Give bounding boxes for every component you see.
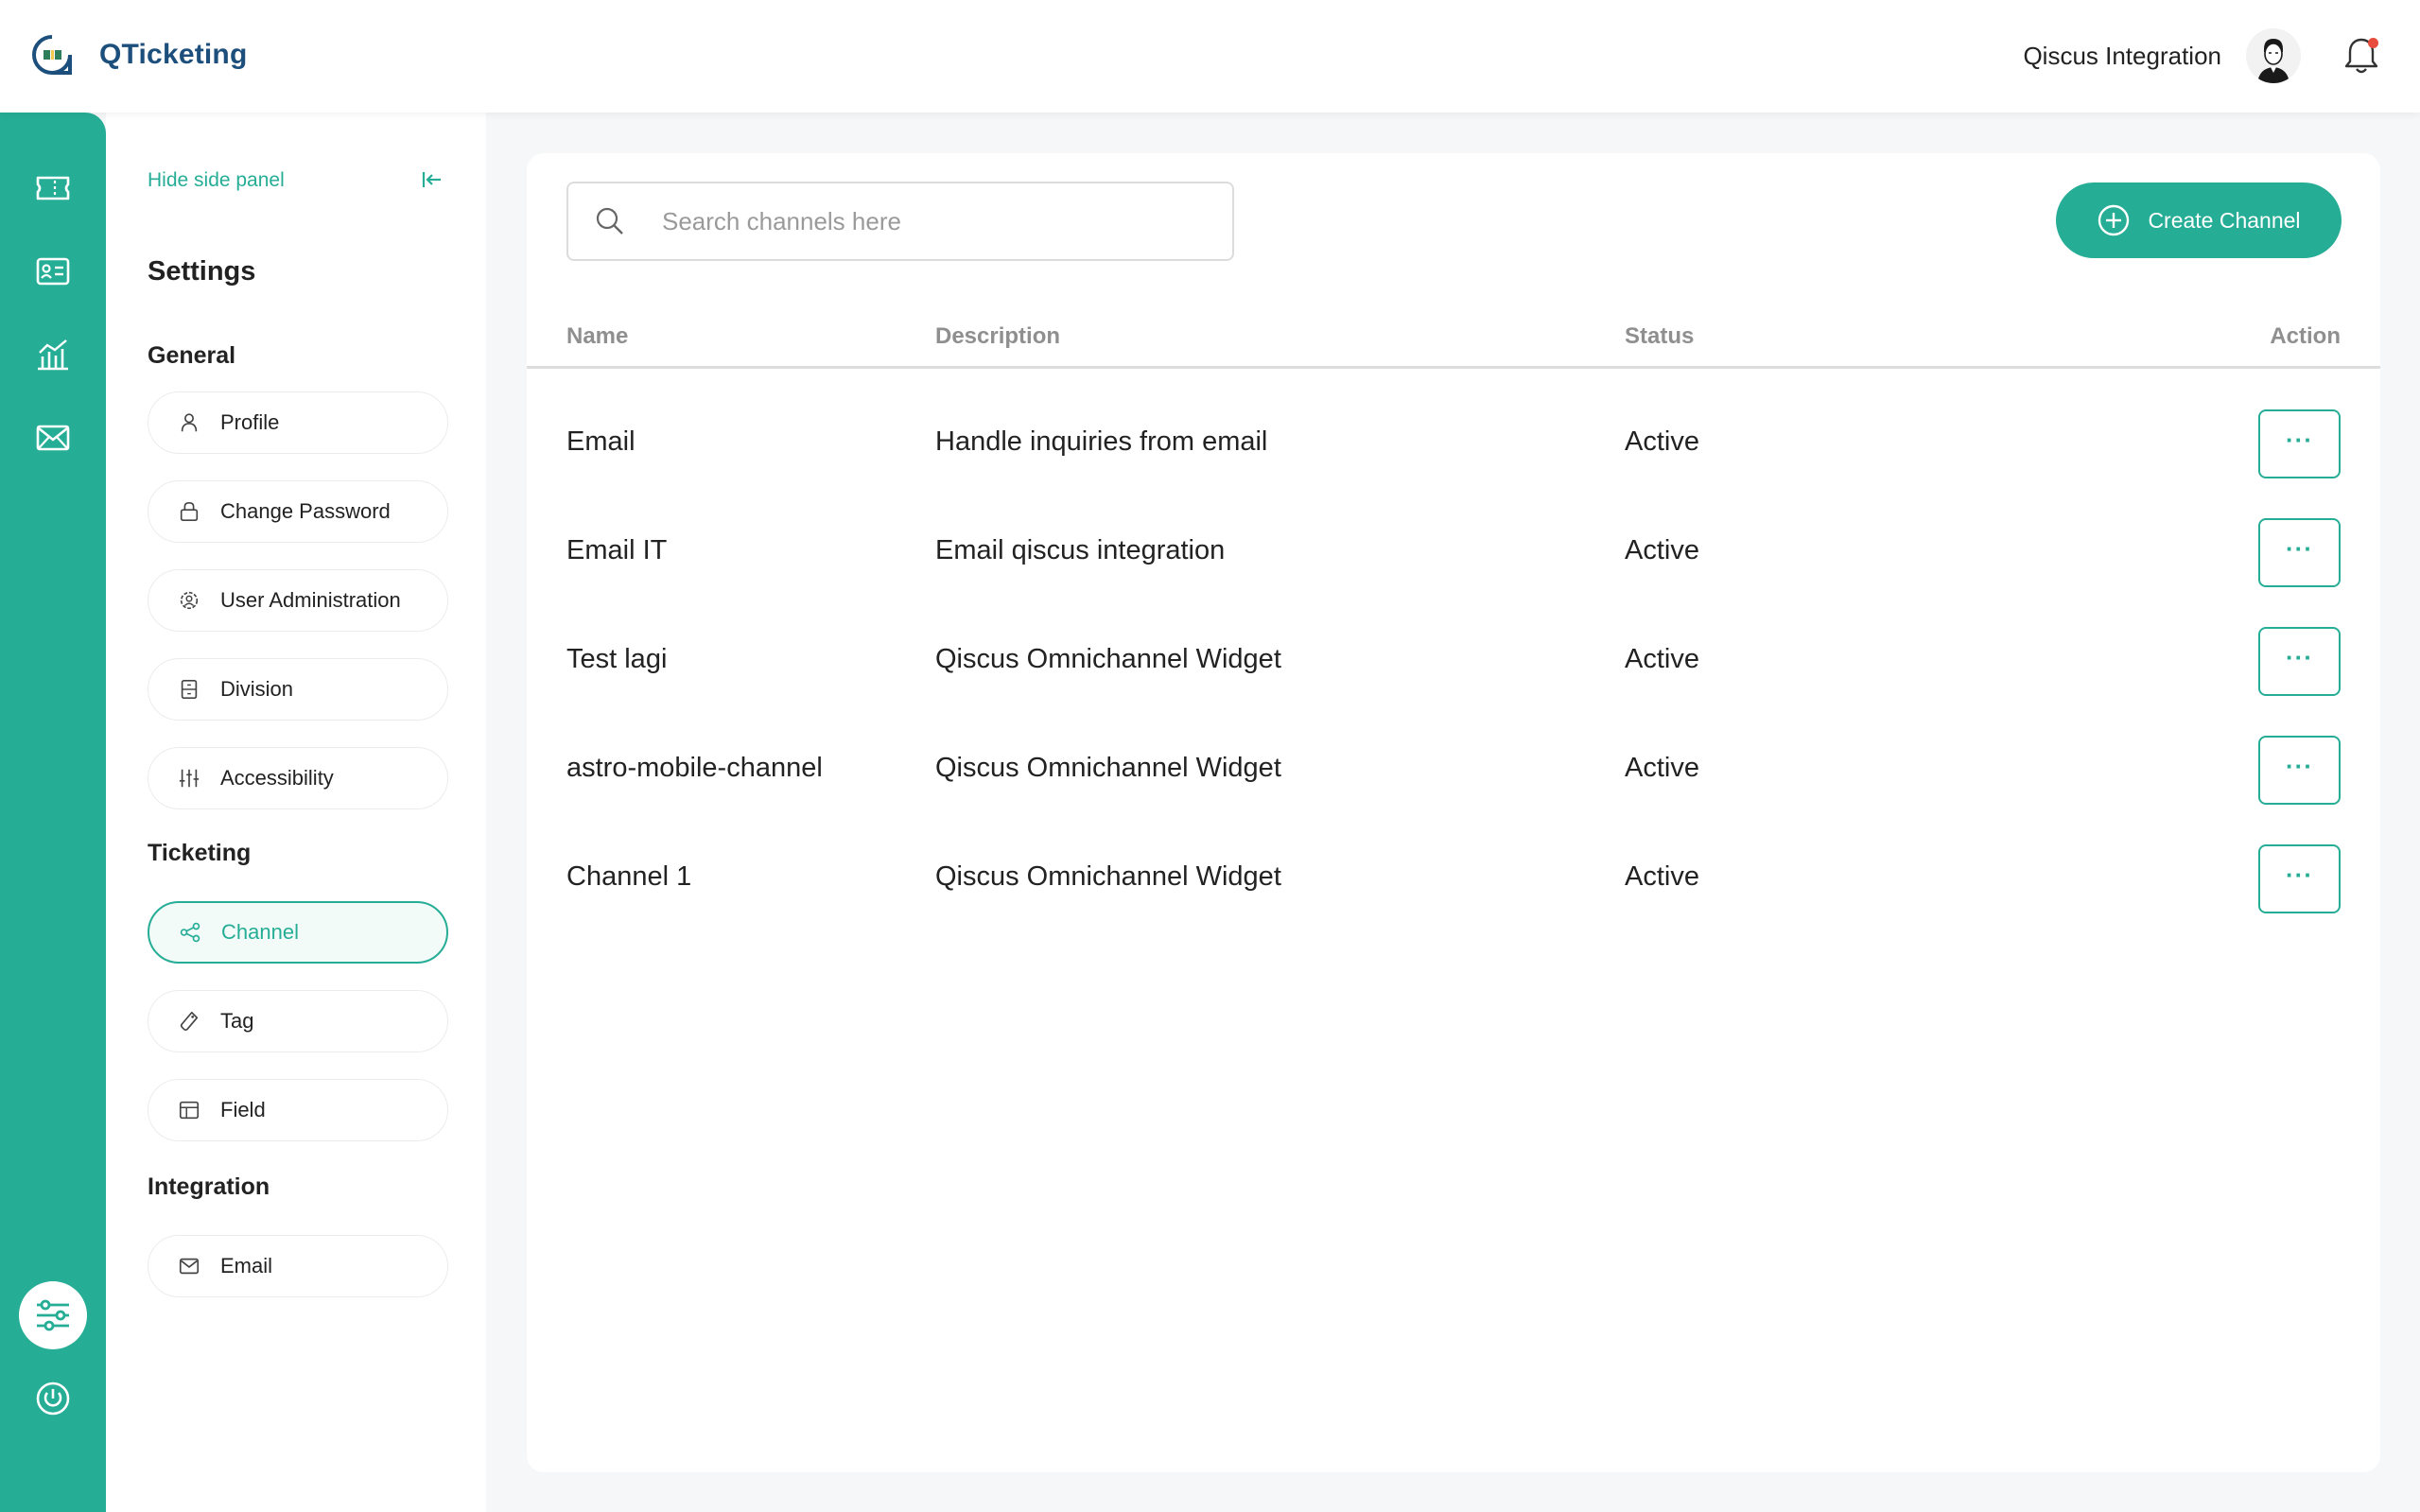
row-action-button[interactable]: ··· (2258, 409, 2341, 478)
hide-side-panel-link[interactable]: Hide side panel (148, 169, 285, 192)
table-row: Email Handle inquiries from email Active… (527, 389, 2380, 497)
column-header-action: Action (2270, 323, 2341, 349)
channel-name: Email IT (566, 535, 668, 565)
user-area: Qiscus Integration (2023, 28, 2382, 83)
table-row: Test lagi Qiscus Omnichannel Widget Acti… (527, 606, 2380, 715)
app-name: QTicketing (99, 39, 248, 70)
menu-item-label: Change Password (220, 499, 391, 523)
more-options-icon: ··· (2286, 860, 2313, 889)
column-header-status[interactable]: Status (1625, 323, 1694, 350)
menu-item-change-password[interactable]: Change Password (148, 480, 448, 543)
rail-contacts[interactable] (26, 245, 79, 298)
search-box[interactable] (566, 182, 1234, 261)
channel-name: Email (566, 426, 635, 457)
menu-item-user-administration[interactable]: User Administration (148, 569, 448, 632)
ticket-icon (36, 176, 70, 200)
row-action-button[interactable]: ··· (2258, 627, 2341, 696)
more-options-icon: ··· (2286, 425, 2313, 454)
create-channel-button[interactable]: Create Channel (2056, 182, 2342, 258)
contact-card-icon (36, 257, 70, 286)
analytics-chart-icon (38, 339, 68, 371)
plus-circle-icon (2098, 204, 2130, 236)
menu-item-accessibility[interactable]: Accessibility (148, 747, 448, 809)
settings-side-panel: Hide side panel Settings General Profile… (106, 113, 486, 1512)
mail-icon (36, 425, 70, 451)
tag-icon (177, 1009, 201, 1034)
rail-logout[interactable] (26, 1372, 79, 1425)
menu-item-label: Email (220, 1254, 273, 1277)
user-icon (177, 410, 201, 435)
sliders-icon (177, 766, 201, 791)
row-action-button[interactable]: ··· (2258, 844, 2341, 913)
user-gear-icon (177, 588, 201, 613)
rail-analytics[interactable] (26, 328, 79, 381)
menu-item-email-integration[interactable]: Email (148, 1235, 448, 1297)
settings-sliders-icon (37, 1299, 69, 1331)
channel-description: Qiscus Omnichannel Widget (935, 861, 1281, 892)
menu-item-profile[interactable]: Profile (148, 391, 448, 454)
channel-description: Email qiscus integration (935, 535, 1226, 565)
left-rail (0, 113, 106, 1512)
menu-item-label: Tag (220, 1009, 254, 1033)
menu-item-label: Accessibility (220, 766, 334, 790)
menu-item-label: Profile (220, 410, 280, 434)
table-row: Email IT Email qiscus integration Active… (527, 497, 2380, 606)
channel-status: Active (1625, 861, 1699, 892)
table-row: Channel 1 Qiscus Omnichannel Widget Acti… (527, 824, 2380, 932)
qticketing-logo-icon (32, 35, 72, 75)
create-channel-label: Create Channel (2148, 207, 2301, 233)
envelope-icon (177, 1254, 201, 1278)
search-input[interactable] (662, 206, 1192, 236)
menu-item-field[interactable]: Field (148, 1079, 448, 1141)
menu-item-division[interactable]: Division (148, 658, 448, 721)
settings-title: Settings (148, 256, 256, 287)
section-integration: Integration (148, 1173, 270, 1200)
share-icon (178, 920, 202, 945)
menu-item-tag[interactable]: Tag (148, 990, 448, 1052)
column-header-description[interactable]: Description (935, 323, 1060, 350)
channel-description: Qiscus Omnichannel Widget (935, 644, 1281, 674)
power-icon (36, 1382, 70, 1416)
menu-item-label: Channel (221, 920, 299, 944)
division-icon (177, 677, 201, 702)
column-header-name[interactable]: Name (566, 323, 628, 350)
channel-description: Handle inquiries from email (935, 426, 1268, 457)
rail-mail[interactable] (26, 411, 79, 464)
notification-dot (2368, 38, 2378, 48)
layout-icon (177, 1098, 201, 1122)
user-name[interactable]: Qiscus Integration (2023, 42, 2221, 71)
section-ticketing: Ticketing (148, 840, 252, 866)
avatar-person-icon (2246, 28, 2301, 83)
row-action-button[interactable]: ··· (2258, 518, 2341, 587)
channel-name: astro-mobile-channel (566, 753, 823, 783)
collapse-panel-icon[interactable] (420, 167, 444, 192)
rail-settings[interactable] (19, 1281, 87, 1349)
menu-item-label: Field (220, 1098, 266, 1121)
channel-status: Active (1625, 753, 1699, 783)
brand[interactable]: QTicketing (31, 34, 247, 76)
channel-status: Active (1625, 535, 1699, 565)
table-header: Name Description Status Action (527, 316, 2380, 369)
more-options-icon: ··· (2286, 533, 2313, 563)
row-action-button[interactable]: ··· (2258, 736, 2341, 805)
channel-description: Qiscus Omnichannel Widget (935, 753, 1281, 783)
channel-status: Active (1625, 426, 1699, 457)
section-general: General (148, 342, 236, 369)
search-icon (596, 207, 623, 235)
more-options-icon: ··· (2286, 642, 2313, 671)
menu-item-label: User Administration (220, 588, 401, 612)
table-row: astro-mobile-channel Qiscus Omnichannel … (527, 715, 2380, 824)
channel-name: Test lagi (566, 644, 668, 674)
lock-icon (177, 499, 201, 524)
notification-bell[interactable] (2341, 35, 2382, 77)
more-options-icon: ··· (2286, 751, 2313, 780)
avatar[interactable] (2246, 28, 2301, 83)
channel-status: Active (1625, 644, 1699, 674)
channels-card: Create Channel Name Description Status A… (527, 153, 2380, 1472)
menu-item-channel[interactable]: Channel (148, 901, 448, 964)
top-bar: QTicketing Qiscus Integration (0, 0, 2420, 113)
rail-tickets[interactable] (26, 162, 79, 215)
menu-item-label: Division (220, 677, 294, 701)
channel-name: Channel 1 (566, 861, 692, 892)
